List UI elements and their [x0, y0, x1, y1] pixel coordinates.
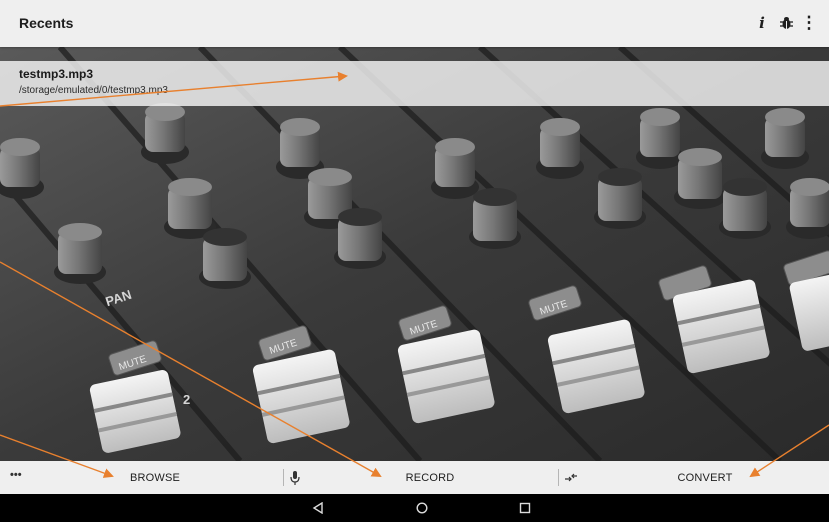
bug-icon[interactable] [775, 11, 797, 35]
convert-button[interactable]: CONVERT [585, 461, 825, 494]
microphone-icon [290, 469, 300, 486]
app-bar: Recents i ⋮ [0, 0, 829, 47]
home-icon-glyph [416, 502, 428, 514]
background-mixer-image: MUTE MUTE MUTE MUTE PAN 2 3 4 [0, 47, 829, 461]
toolbar-divider [283, 469, 284, 486]
browse-button[interactable]: BROWSE [30, 461, 280, 494]
list-item[interactable]: testmp3.mp3 /storage/emulated/0/testmp3.… [0, 61, 829, 106]
bottom-toolbar: ••• BROWSE RECORD CONVERT [0, 461, 829, 494]
microphone-icon-glyph [290, 470, 300, 485]
recent-file-name: testmp3.mp3 [19, 67, 94, 81]
info-icon[interactable]: i [751, 11, 773, 35]
toolbar-divider [558, 469, 559, 486]
back-icon[interactable] [308, 499, 328, 517]
page-title: Recents [19, 15, 74, 31]
recent-file-path: /storage/emulated/0/testmp3.mp3 [19, 85, 168, 96]
convert-arrows-icon [564, 469, 578, 486]
home-icon[interactable] [412, 499, 432, 517]
system-navigation-bar [0, 494, 829, 522]
screen: MUTE MUTE MUTE MUTE PAN 2 3 4 [0, 0, 829, 522]
recents-icon[interactable] [515, 499, 535, 517]
more-vert-icon[interactable]: ⋮ [798, 11, 820, 35]
mixer-illustration: MUTE MUTE MUTE MUTE PAN 2 3 4 [0, 47, 829, 461]
channel-number: 2 [183, 392, 190, 407]
bug-icon-glyph [779, 17, 793, 29]
recents-icon-glyph [519, 502, 531, 514]
back-icon-glyph [312, 502, 323, 514]
record-button[interactable]: RECORD [305, 461, 555, 494]
more-options-button[interactable]: ••• [10, 469, 22, 481]
convert-arrows-icon-glyph [565, 473, 577, 481]
